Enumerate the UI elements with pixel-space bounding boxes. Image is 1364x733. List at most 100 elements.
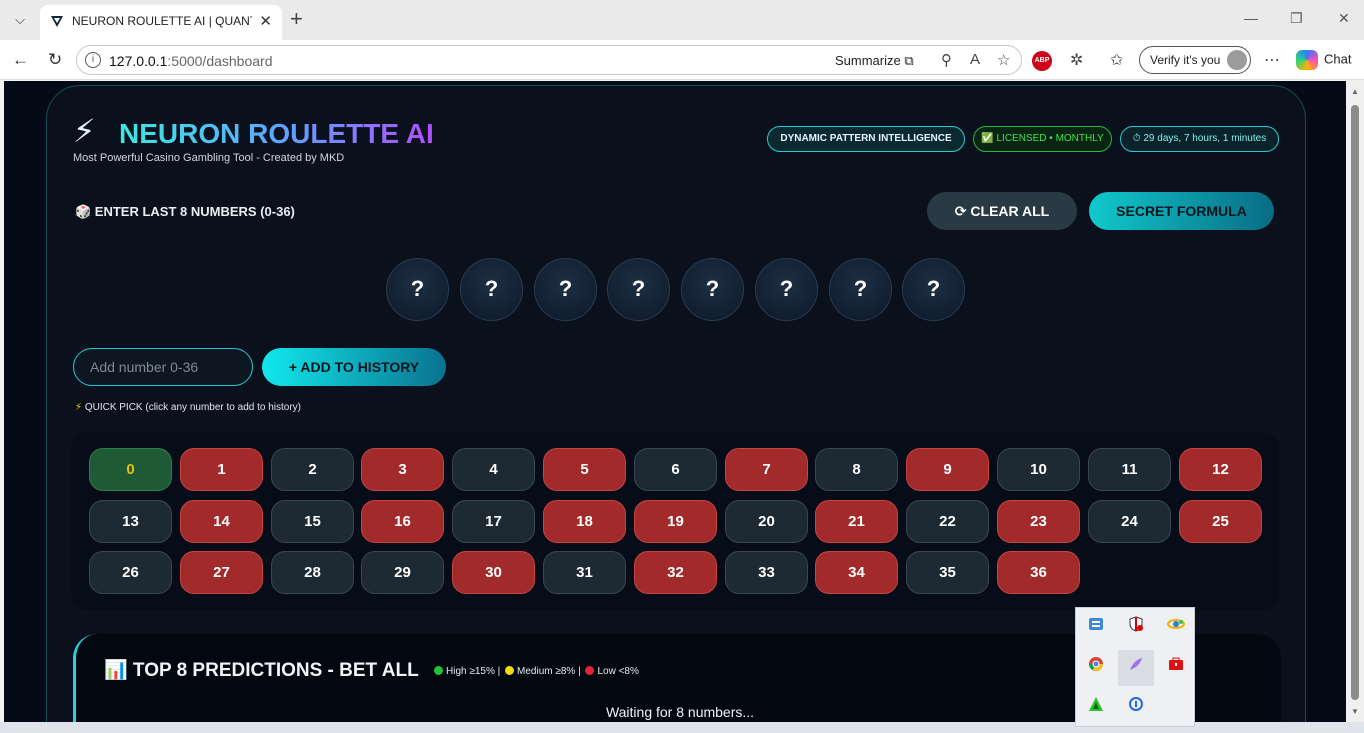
minimize-icon[interactable]: — bbox=[1244, 10, 1258, 26]
quick-pick-number[interactable]: 9 bbox=[906, 448, 989, 491]
quick-pick-number[interactable]: 1 bbox=[180, 448, 263, 491]
add-to-history-button[interactable]: + ADD TO HISTORY bbox=[262, 348, 446, 386]
page-scrollbar[interactable]: ▲ ▼ bbox=[1346, 81, 1364, 722]
back-icon[interactable]: ← bbox=[12, 50, 29, 70]
quick-pick-number[interactable]: 20 bbox=[725, 500, 808, 543]
omnibox[interactable]: i 127.0.0.1:5000/dashboard Summarize ⧉ ⚲… bbox=[76, 45, 1022, 75]
restore-icon[interactable]: ❐ bbox=[1290, 10, 1303, 27]
quick-pick-number[interactable]: 28 bbox=[271, 551, 354, 594]
quick-pick-number[interactable]: 17 bbox=[452, 500, 535, 543]
high-dot-icon bbox=[434, 666, 443, 675]
quick-pick-number[interactable]: 0 bbox=[89, 448, 172, 491]
tab-title: NEURON ROULETTE AI | QUANTUM bbox=[72, 14, 252, 28]
read-aloud-icon[interactable]: A bbox=[970, 51, 980, 68]
quick-pick-number[interactable]: 2 bbox=[271, 448, 354, 491]
summarize-button[interactable]: Summarize ⧉ bbox=[835, 53, 914, 69]
tab-bar: ⌵ NEURON ROULETTE AI | QUANTUM ✕ + — ❐ ✕ bbox=[0, 0, 1364, 40]
quick-pick-number[interactable]: 12 bbox=[1179, 448, 1262, 491]
feather-icon[interactable] bbox=[1118, 650, 1154, 686]
toolbox-icon[interactable] bbox=[1158, 650, 1194, 686]
quick-pick-label: ⚡ QUICK PICK (click any number to add to… bbox=[75, 402, 301, 413]
quick-pick-number[interactable]: 18 bbox=[543, 500, 626, 543]
network-icon[interactable] bbox=[1078, 610, 1114, 646]
clear-all-button[interactable]: ⟳ CLEAR ALL bbox=[927, 192, 1077, 230]
scroll-down-icon[interactable]: ▼ bbox=[1351, 707, 1359, 716]
lightning-icon: ⚡ bbox=[75, 402, 83, 413]
secret-formula-button[interactable]: SECRET FORMULA bbox=[1089, 192, 1274, 230]
window-close-icon[interactable]: ✕ bbox=[1338, 10, 1350, 27]
profile-verify-button[interactable]: Verify it's you bbox=[1139, 46, 1251, 74]
history-slot: ? bbox=[460, 258, 523, 321]
avatar-icon bbox=[1227, 50, 1247, 70]
history-slot: ? bbox=[902, 258, 965, 321]
more-menu-icon[interactable]: ⋯ bbox=[1264, 50, 1280, 70]
quick-pick-number[interactable]: 34 bbox=[815, 551, 898, 594]
quick-pick-number[interactable]: 33 bbox=[725, 551, 808, 594]
reload-icon[interactable]: ↻ bbox=[48, 50, 62, 70]
history-slot: ? bbox=[607, 258, 670, 321]
quick-pick-number[interactable]: 7 bbox=[725, 448, 808, 491]
favorites-icon[interactable]: ✩ bbox=[1110, 50, 1123, 70]
quick-pick-number[interactable]: 30 bbox=[452, 551, 535, 594]
quick-pick-number[interactable]: 24 bbox=[1088, 500, 1171, 543]
history-slot: ? bbox=[386, 258, 449, 321]
system-tray-overflow bbox=[1075, 607, 1195, 727]
number-input[interactable] bbox=[73, 348, 253, 386]
prediction-legend: High ≥15% | Medium ≥8% | Low <8% bbox=[432, 666, 639, 677]
favorite-star-icon[interactable]: ☆ bbox=[997, 51, 1010, 69]
zoom-icon[interactable]: ⚲ bbox=[941, 51, 952, 69]
tab-list-chevron-icon[interactable]: ⌵ bbox=[8, 8, 32, 32]
quick-pick-number[interactable]: 25 bbox=[1179, 500, 1262, 543]
scroll-up-icon[interactable]: ▲ bbox=[1351, 87, 1359, 96]
quick-pick-number[interactable]: 4 bbox=[452, 448, 535, 491]
tab-close-icon[interactable]: ✕ bbox=[259, 12, 272, 30]
quick-pick-number[interactable]: 10 bbox=[997, 448, 1080, 491]
history-slot: ? bbox=[681, 258, 744, 321]
quick-pick-number[interactable]: 26 bbox=[89, 551, 172, 594]
time-remaining-badge: ⏱ 29 days, 7 hours, 1 minutes bbox=[1120, 126, 1279, 152]
site-info-icon[interactable]: i bbox=[85, 52, 101, 68]
chrome-icon[interactable] bbox=[1078, 650, 1114, 686]
brand-subtitle: Most Powerful Casino Gambling Tool - Cre… bbox=[73, 152, 345, 164]
quick-pick-number[interactable]: 5 bbox=[543, 448, 626, 491]
quick-pick-number[interactable]: 27 bbox=[180, 551, 263, 594]
quick-pick-number[interactable]: 23 bbox=[997, 500, 1080, 543]
url-text[interactable]: 127.0.0.1:5000/dashboard bbox=[109, 53, 272, 69]
lightning-icon: ⚡ bbox=[73, 113, 96, 149]
quick-pick-number[interactable]: 13 bbox=[89, 500, 172, 543]
quick-pick-number[interactable]: 31 bbox=[543, 551, 626, 594]
copilot-icon: ⧉ bbox=[904, 53, 914, 68]
new-tab-icon[interactable]: + bbox=[290, 8, 303, 30]
quick-pick-number[interactable]: 19 bbox=[634, 500, 717, 543]
brand-title: NEURON ROULETTE AI bbox=[119, 118, 434, 149]
quick-pick-number[interactable]: 3 bbox=[361, 448, 444, 491]
update-icon[interactable] bbox=[1118, 690, 1154, 726]
shield-icon[interactable] bbox=[1118, 610, 1154, 646]
history-slot: ? bbox=[755, 258, 818, 321]
quick-pick-number[interactable]: 36 bbox=[997, 551, 1080, 594]
enter-numbers-label: 🎲 ENTER LAST 8 NUMBERS (0-36) bbox=[75, 204, 295, 219]
license-badge: ✅ LICENSED • MONTHLY bbox=[973, 126, 1112, 152]
satellite-icon[interactable] bbox=[1158, 610, 1194, 646]
active-tab[interactable]: NEURON ROULETTE AI | QUANTUM ✕ bbox=[40, 5, 282, 40]
adblock-icon[interactable]: ABP bbox=[1032, 51, 1052, 71]
copilot-chat-button[interactable]: Chat bbox=[1296, 50, 1351, 70]
scroll-thumb[interactable] bbox=[1351, 105, 1359, 700]
quick-pick-number[interactable]: 15 bbox=[271, 500, 354, 543]
history-slot: ? bbox=[534, 258, 597, 321]
quick-pick-number[interactable]: 8 bbox=[815, 448, 898, 491]
quick-pick-number[interactable]: 16 bbox=[361, 500, 444, 543]
favicon-icon bbox=[51, 16, 63, 27]
quick-pick-grid: 0 1 2 3 4 5 6 7 8 9 10 11 12 13 14 15 16 17 18 19 20 21 22 23 24… bbox=[71, 432, 1279, 610]
triangle-icon[interactable] bbox=[1078, 690, 1114, 726]
quick-pick-number[interactable]: 22 bbox=[906, 500, 989, 543]
copilot-logo-icon bbox=[1296, 50, 1318, 70]
quick-pick-number[interactable]: 29 bbox=[361, 551, 444, 594]
extensions-icon[interactable]: ✲ bbox=[1070, 50, 1083, 70]
quick-pick-number[interactable]: 14 bbox=[180, 500, 263, 543]
quick-pick-number[interactable]: 6 bbox=[634, 448, 717, 491]
quick-pick-number[interactable]: 11 bbox=[1088, 448, 1171, 491]
quick-pick-number[interactable]: 35 bbox=[906, 551, 989, 594]
quick-pick-number[interactable]: 32 bbox=[634, 551, 717, 594]
quick-pick-number[interactable]: 21 bbox=[815, 500, 898, 543]
